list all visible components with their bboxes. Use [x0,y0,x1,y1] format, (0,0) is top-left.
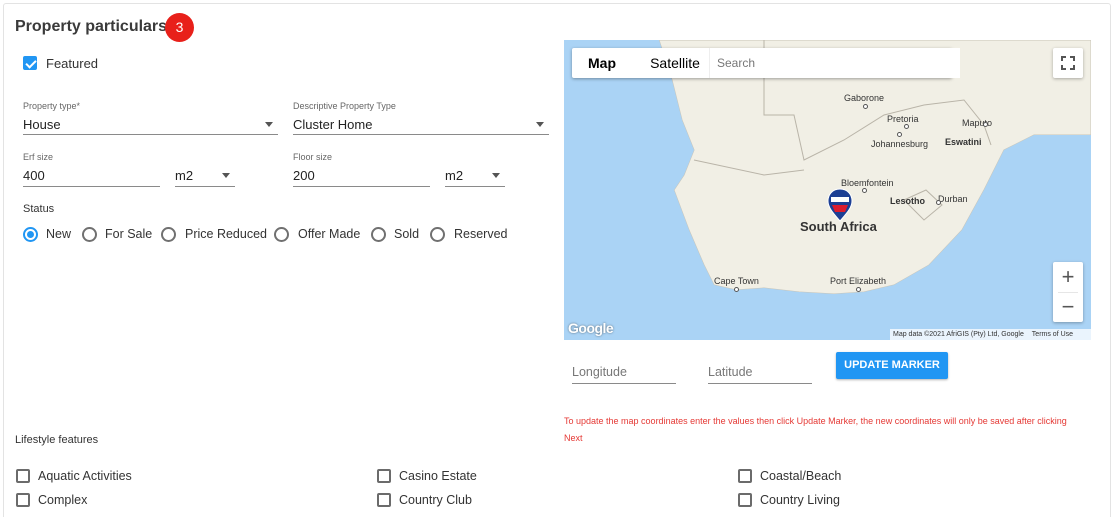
property-type-label: Property type* [23,101,81,111]
map-place-label: Durban [938,194,968,204]
featured-checkbox[interactable] [23,56,37,70]
city-dot-icon [904,124,909,129]
map-place-label: Pretoria [887,114,919,124]
lifestyle-item-label: Coastal/Beach [760,469,842,483]
remax-balloon-icon [827,188,853,222]
status-radio-new[interactable] [23,227,38,242]
lifestyle-item-label: Complex [38,493,88,507]
chevron-down-icon[interactable] [265,122,273,127]
chevron-down-icon[interactable] [492,173,500,178]
map-place-label: Gaborone [844,93,885,103]
featured-label: Featured [46,56,99,71]
lifestyle-checkbox-complex[interactable] [16,493,30,507]
fullscreen-icon [1061,56,1075,70]
status-option-label: Price Reduced [185,227,267,241]
floor-unit-select[interactable]: m2 [445,168,463,183]
lifestyle-checkbox-country-living[interactable] [738,493,752,507]
lifestyle-checkbox-aquatic[interactable] [16,469,30,483]
erf-size-underline [23,186,160,187]
floor-size-input[interactable]: 200 [293,168,315,183]
section-title: Property particulars [15,18,168,35]
lifestyle-checkbox-country-club[interactable] [377,493,391,507]
city-dot-icon [863,104,868,109]
longitude-underline [572,383,676,384]
status-option-label: Reserved [454,227,508,241]
lifestyle-title: Lifestyle features [15,434,99,446]
city-dot-icon [983,122,988,127]
map-place-label: Eswatini [945,137,982,147]
latitude-input[interactable]: Latitude [708,365,752,379]
erf-size-label: Erf size [23,152,54,162]
property-type-select[interactable]: House [23,117,61,132]
city-dot-icon [862,188,867,193]
descriptive-type-underline [293,134,549,135]
status-radio-price-reduced[interactable] [161,227,176,242]
map-search-input[interactable]: Search [709,48,960,78]
chevron-down-icon[interactable] [222,173,230,178]
erf-unit-select[interactable]: m2 [175,168,193,183]
lifestyle-item-label: Casino Estate [399,469,477,483]
status-radio-reserved[interactable] [430,227,445,242]
lifestyle-checkbox-casino[interactable] [377,469,391,483]
map-marker-icon[interactable] [826,188,854,222]
lifestyle-checkbox-coastal[interactable] [738,469,752,483]
latitude-underline [708,383,812,384]
status-label: Status [23,203,55,215]
lifestyle-item-label: Aquatic Activities [38,469,132,483]
map-attribution: Map data ©2021 AfriGIS (Pty) Ltd, Google… [890,329,1091,340]
erf-size-input[interactable]: 400 [23,168,45,183]
update-marker-button[interactable]: UPDATE MARKER [836,352,948,379]
city-dot-icon [897,132,902,137]
descriptive-type-select[interactable]: Cluster Home [293,117,372,132]
status-option-label: New [46,227,72,241]
map-place-label: Johannesburg [871,139,929,149]
step-badge: 3 [165,13,194,42]
tab-satellite[interactable]: Satellite [640,48,710,78]
city-dot-icon [936,200,941,205]
attribution-text: Map data ©2021 AfriGIS (Pty) Ltd, Google [893,331,1024,338]
coordinates-hint: To update the map coordinates enter the … [564,416,1067,443]
city-dot-icon [734,287,739,292]
city-dot-icon [856,287,861,292]
map-place-label: Bloemfontein [841,178,894,188]
google-logo: Google [568,320,614,336]
status-radio-offer-made[interactable] [274,227,289,242]
status-radio-sold[interactable] [371,227,386,242]
status-option-label: For Sale [105,227,153,241]
floor-size-underline [293,186,430,187]
map-place-label: Cape Town [714,276,759,286]
property-type-underline [23,134,278,135]
status-option-label: Offer Made [298,227,361,241]
map-place-label: Lesotho [890,196,925,206]
descriptive-type-label: Descriptive Property Type [293,101,396,111]
zoom-in-button[interactable]: + [1053,262,1083,292]
map-type-control: Map Satellite Search [572,48,960,78]
floor-unit-underline [445,186,505,187]
terms-link[interactable]: Terms of Use [1032,331,1073,338]
lifestyle-item-label: Country Club [399,493,472,507]
zoom-control: + − [1053,262,1083,322]
tab-map[interactable]: Map [572,48,632,78]
status-radio-for-sale[interactable] [82,227,97,242]
zoom-out-button[interactable]: − [1053,292,1083,322]
longitude-input[interactable]: Longitude [572,365,627,379]
lifestyle-item-label: Country Living [760,493,840,507]
chevron-down-icon[interactable] [536,122,544,127]
fullscreen-button[interactable] [1053,48,1083,78]
erf-unit-underline [175,186,235,187]
map-view[interactable]: Map Satellite Search + − Gaborone Pretor… [564,40,1091,340]
status-option-label: Sold [394,227,420,241]
floor-size-label: Floor size [293,152,333,162]
map-place-label: Port Elizabeth [830,276,887,286]
